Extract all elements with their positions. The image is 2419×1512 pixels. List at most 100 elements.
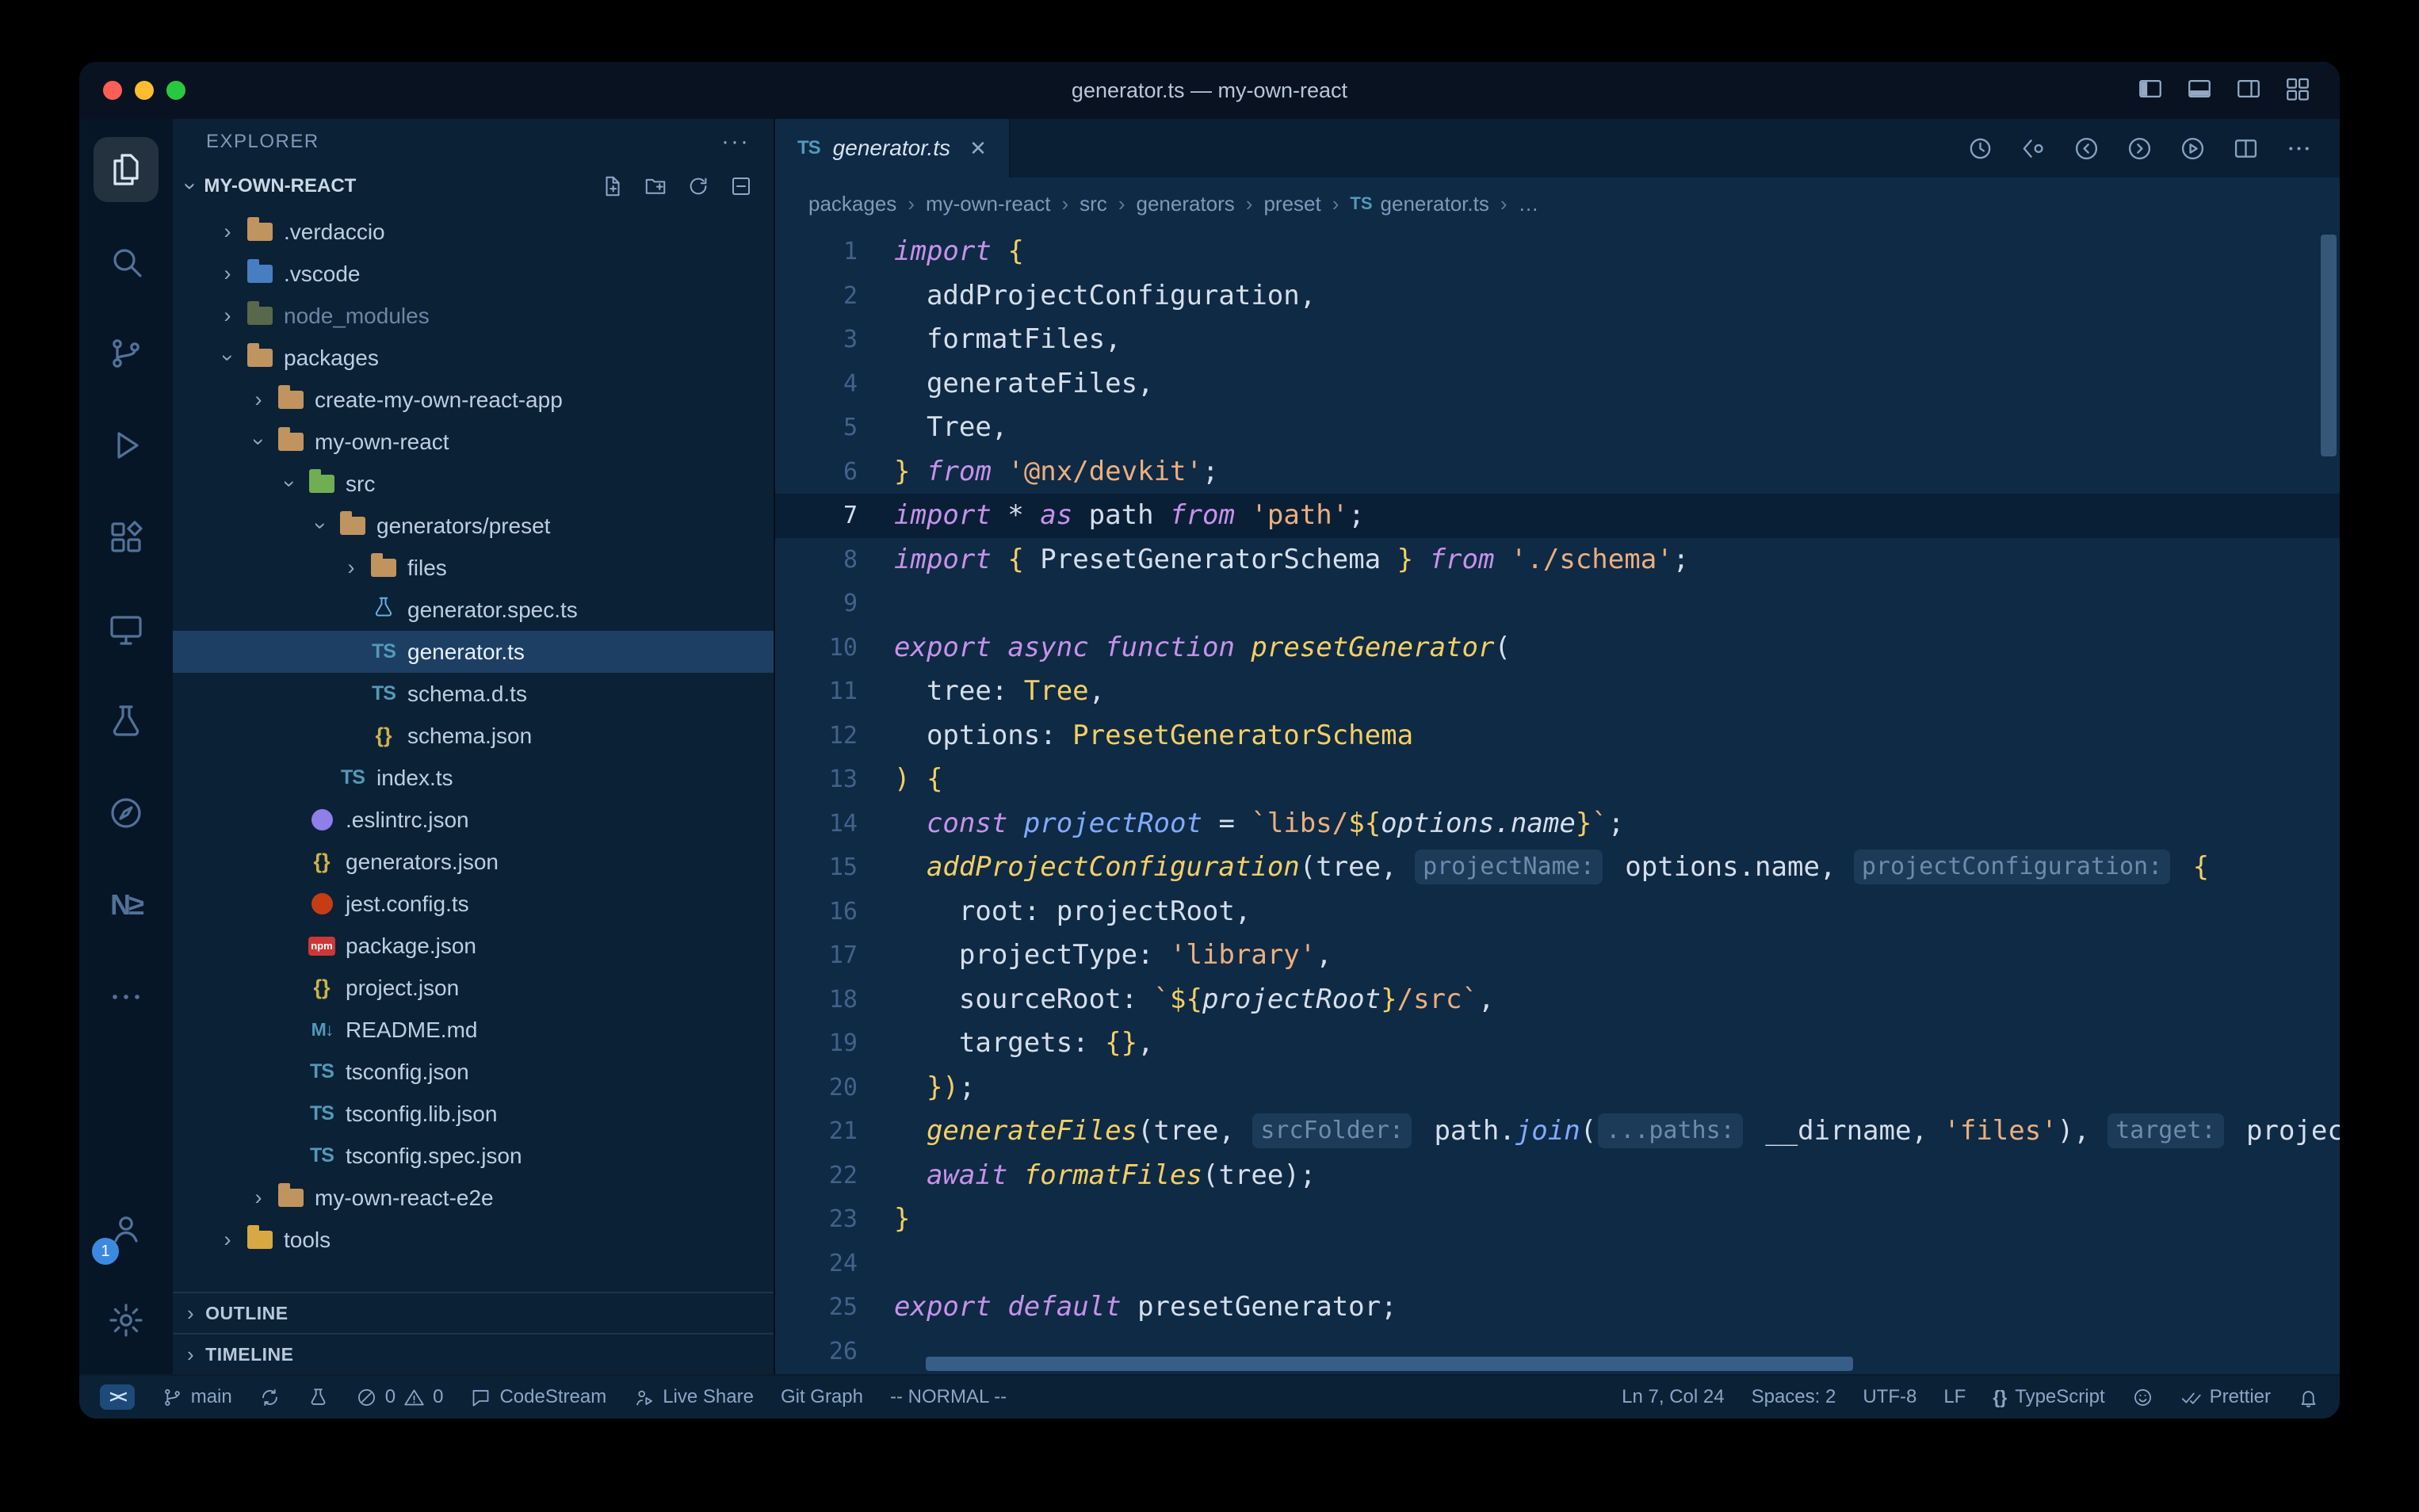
code-line-23[interactable]: 23}: [775, 1197, 2340, 1242]
tree-item-generators-json[interactable]: {}generators.json: [173, 841, 774, 883]
tree-item-tools[interactable]: ›tools: [173, 1219, 774, 1261]
chevron-collapsed-icon[interactable]: ›: [243, 1186, 273, 1210]
activitybar-accounts[interactable]: 1: [79, 1182, 173, 1274]
prev-change-icon[interactable]: [2073, 135, 2100, 162]
breadcrumb-generators[interactable]: generators: [1136, 192, 1234, 216]
tree-item-package-json[interactable]: npmpackage.json: [173, 925, 774, 967]
tree-item-tsconfig-json[interactable]: TStsconfig.json: [173, 1051, 774, 1093]
split-icon[interactable]: [2232, 135, 2260, 162]
status-language-mode[interactable]: {}TypeScript: [1993, 1386, 2104, 1408]
code-editor[interactable]: 1import {2 addProjectConfiguration,3 for…: [775, 230, 2340, 1374]
tree-item-node-modules[interactable]: ›node_modules: [173, 295, 774, 337]
chevron-collapsed-icon[interactable]: ›: [212, 220, 243, 244]
code-line-7[interactable]: 7import * as path from 'path';: [775, 494, 2340, 538]
workspace-section-header[interactable]: › MY-OWN-REACT: [173, 165, 774, 208]
tree-item-jest-config-ts[interactable]: jest.config.ts: [173, 883, 774, 925]
more-icon[interactable]: [2285, 135, 2313, 162]
zoom-window-button[interactable]: [166, 81, 185, 100]
new-file-icon[interactable]: [601, 174, 625, 198]
collapse-all-icon[interactable]: [729, 174, 753, 198]
tree-item-index-ts[interactable]: TSindex.ts: [173, 757, 774, 799]
tree-item-eslintrc-json[interactable]: .eslintrc.json: [173, 799, 774, 841]
breadcrumb-item[interactable]: …: [1519, 192, 1539, 216]
tree-item-readme-md[interactable]: M↓README.md: [173, 1009, 774, 1051]
activitybar-source-control[interactable]: [79, 307, 173, 399]
vertical-scrollbar[interactable]: [2321, 235, 2337, 456]
activitybar-remote-explorer[interactable]: [79, 583, 173, 675]
chevron-collapsed-icon[interactable]: ›: [212, 304, 243, 328]
code-line-3[interactable]: 3 formatFiles,: [775, 318, 2340, 362]
tree-item-packages[interactable]: ›packages: [173, 337, 774, 379]
status-sync-changes[interactable]: [259, 1387, 281, 1408]
code-line-20[interactable]: 20 });: [775, 1066, 2340, 1110]
status-notifications[interactable]: [2298, 1387, 2319, 1408]
chevron-collapsed-icon[interactable]: ›: [212, 262, 243, 286]
breadcrumb-packages[interactable]: packages: [808, 192, 896, 216]
tree-item-generator-spec-ts[interactable]: generator.spec.ts: [173, 589, 774, 631]
code-line-6[interactable]: 6} from '@nx/devkit';: [775, 450, 2340, 494]
code-line-13[interactable]: 13) {: [775, 758, 2340, 802]
status-beaker[interactable]: [308, 1387, 329, 1408]
code-line-1[interactable]: 1import {: [775, 230, 2340, 274]
status-problems[interactable]: 00: [356, 1386, 444, 1408]
activitybar-extensions[interactable]: [79, 491, 173, 583]
tree-item-schema-json[interactable]: {}schema.json: [173, 715, 774, 757]
activitybar-explorer[interactable]: [79, 124, 173, 216]
status-remote-indicator[interactable]: ><: [100, 1384, 135, 1410]
status-feedback[interactable]: [2132, 1387, 2153, 1408]
activitybar-search[interactable]: [79, 216, 173, 307]
tree-item-tsconfig-spec-json[interactable]: TStsconfig.spec.json: [173, 1135, 774, 1177]
tree-item-vscode[interactable]: ›.vscode: [173, 253, 774, 295]
close-window-button[interactable]: [103, 81, 122, 100]
history-icon[interactable]: [1966, 135, 1994, 162]
code-line-24[interactable]: 24: [775, 1242, 2340, 1286]
breadcrumb-src[interactable]: src: [1080, 192, 1107, 216]
layout-grid-icon[interactable]: [2284, 75, 2311, 106]
activitybar-settings[interactable]: [79, 1274, 173, 1366]
panel-outline[interactable]: ›OUTLINE: [173, 1292, 774, 1333]
chevron-collapsed-icon[interactable]: ›: [212, 1228, 243, 1252]
tree-item-create-my-own-react-app[interactable]: ›create-my-own-react-app: [173, 379, 774, 421]
code-line-19[interactable]: 19 targets: {},: [775, 1021, 2340, 1066]
chevron-expanded-icon[interactable]: ›: [212, 346, 243, 370]
status-indentation[interactable]: Spaces: 2: [1752, 1386, 1836, 1408]
code-line-17[interactable]: 17 projectType: 'library',: [775, 934, 2340, 978]
code-line-15[interactable]: 15 addProjectConfiguration(tree, project…: [775, 846, 2340, 890]
activitybar-testing[interactable]: [79, 675, 173, 767]
chevron-expanded-icon[interactable]: ›: [305, 514, 335, 538]
status-formatter[interactable]: Prettier: [2180, 1386, 2271, 1408]
status-live-share[interactable]: Live Share: [633, 1386, 754, 1408]
new-folder-icon[interactable]: [644, 174, 667, 198]
tree-item-generator-ts[interactable]: TSgenerator.ts: [173, 631, 774, 673]
code-line-9[interactable]: 9: [775, 582, 2340, 626]
tree-item-my-own-react-e2e[interactable]: ›my-own-react-e2e: [173, 1177, 774, 1219]
compare-icon[interactable]: [2020, 135, 2047, 162]
breadcrumb-generator-ts[interactable]: TSgenerator.ts: [1350, 192, 1488, 216]
layout-sidebar-icon[interactable]: [2137, 75, 2164, 106]
status-cursor-position[interactable]: Ln 7, Col 24: [1622, 1386, 1724, 1408]
activitybar-more[interactable]: [79, 951, 173, 1043]
code-line-18[interactable]: 18 sourceRoot: `${projectRoot}/src`,: [775, 978, 2340, 1022]
status-codestream[interactable]: CodeStream: [470, 1386, 606, 1408]
horizontal-scrollbar[interactable]: [926, 1357, 1853, 1371]
code-line-8[interactable]: 8import { PresetGeneratorSchema } from '…: [775, 538, 2340, 582]
chevron-collapsed-icon[interactable]: ›: [336, 556, 366, 580]
explorer-more-actions-icon[interactable]: ···: [721, 128, 750, 155]
code-line-16[interactable]: 16 root: projectRoot,: [775, 890, 2340, 934]
code-line-21[interactable]: 21 generateFiles(tree, srcFolder: path.j…: [775, 1109, 2340, 1154]
code-line-4[interactable]: 4 generateFiles,: [775, 362, 2340, 407]
minimize-window-button[interactable]: [135, 81, 154, 100]
tree-item-tsconfig-lib-json[interactable]: TStsconfig.lib.json: [173, 1093, 774, 1135]
tree-item-generators-preset[interactable]: ›generators/preset: [173, 505, 774, 547]
breadcrumb-preset[interactable]: preset: [1263, 192, 1320, 216]
layout-panel-icon[interactable]: [2186, 75, 2213, 106]
status-eol[interactable]: LF: [1943, 1386, 1966, 1408]
status-git-branch[interactable]: main: [162, 1386, 232, 1408]
code-line-22[interactable]: 22 await formatFiles(tree);: [775, 1154, 2340, 1198]
code-line-2[interactable]: 2 addProjectConfiguration,: [775, 274, 2340, 319]
tab-generator-ts[interactable]: TS generator.ts ✕: [775, 119, 1011, 178]
breadcrumb-my-own-react[interactable]: my-own-react: [926, 192, 1050, 216]
refresh-icon[interactable]: [686, 174, 710, 198]
tree-item-my-own-react[interactable]: ›my-own-react: [173, 421, 774, 463]
code-line-5[interactable]: 5 Tree,: [775, 406, 2340, 450]
